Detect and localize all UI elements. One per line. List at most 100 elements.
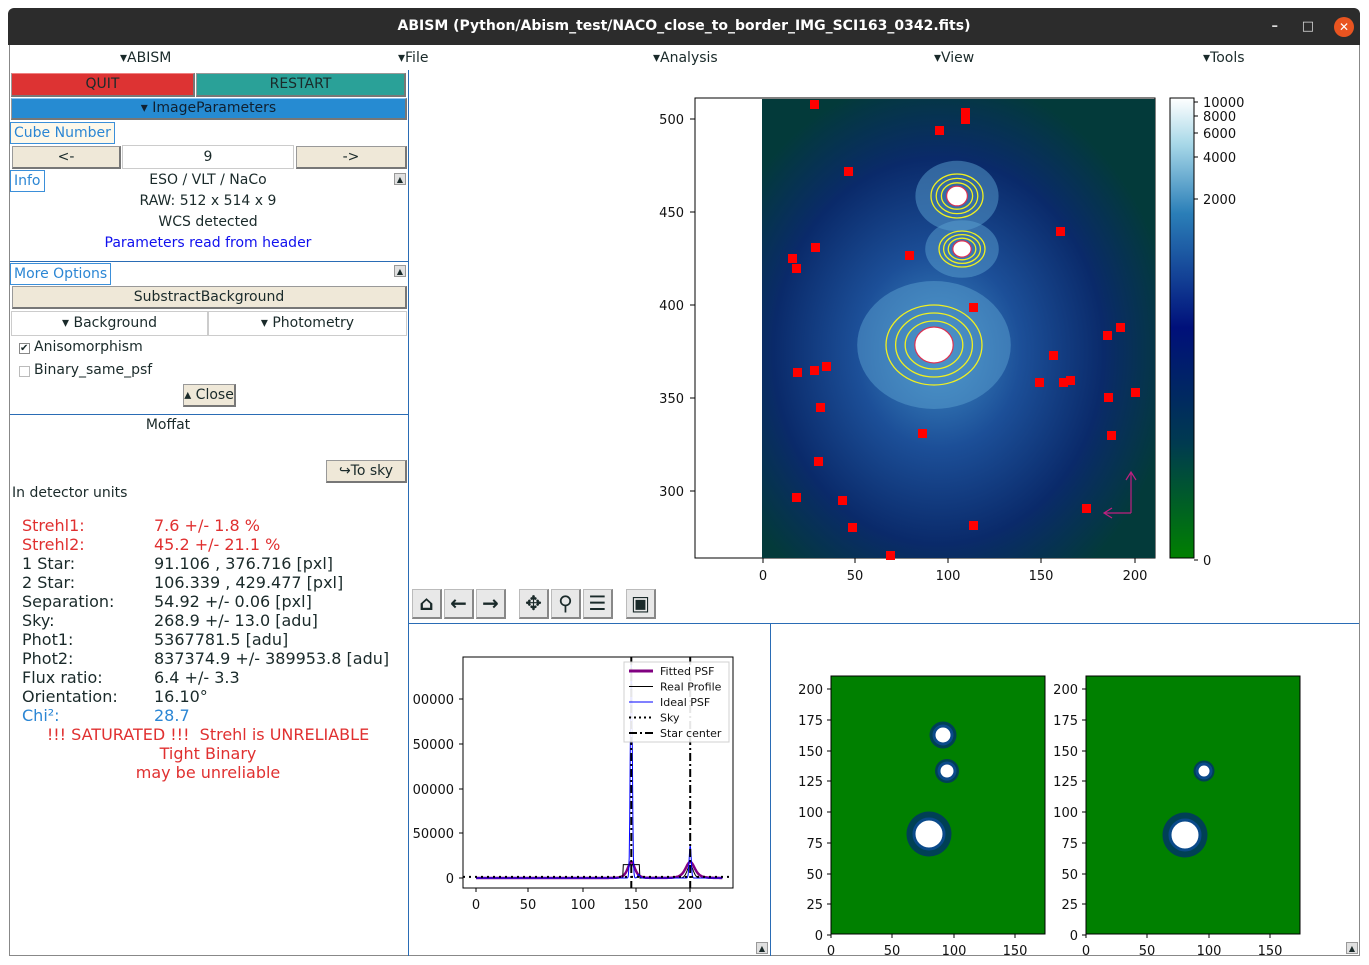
thumb-y-tick: 175 <box>1053 714 1078 729</box>
thumb-x-tick: 0 <box>1082 944 1090 959</box>
source-marker <box>810 366 819 375</box>
thumb-y-tick: 25 <box>806 898 823 913</box>
saturated-core <box>952 240 972 258</box>
thumbnail-plots[interactable]: 20017515012510075502500 50 100 150200175150… <box>798 675 1301 959</box>
thumb-image <box>830 675 1046 935</box>
x-tick-label: 0 <box>759 569 767 584</box>
y-tick-label: 400 <box>659 299 684 314</box>
source-marker <box>814 457 823 466</box>
pan-icon: ✥ <box>525 591 542 615</box>
thumb-x-tick: 50 <box>1139 944 1156 959</box>
star-blob <box>937 761 957 781</box>
source-marker <box>838 496 847 505</box>
profile-y-tick: 00000 <box>413 783 454 798</box>
source-marker <box>822 362 831 371</box>
star-blob <box>1168 818 1202 852</box>
thumb-y-tick: 175 <box>798 714 823 729</box>
star-blob <box>912 817 946 851</box>
back-button[interactable]: ← <box>444 589 474 619</box>
source-marker <box>793 368 802 377</box>
profile-y-tick: 50000 <box>413 738 454 753</box>
thumb-y-tick: 0 <box>1070 929 1078 944</box>
thumb-image <box>1085 675 1301 935</box>
profile-plot[interactable]: 0 50 100 150 200 00000 50000 00000 50000 0 Fitted… <box>413 656 734 913</box>
thumb-y-tick: 75 <box>806 837 823 852</box>
plots-canvas: 0 50 100 150 2005004504003503001000080006000… <box>413 96 1301 959</box>
y-tick-label: 450 <box>659 206 684 221</box>
colorbar-tick-label: 2000 <box>1203 193 1236 208</box>
back-icon: ← <box>450 591 467 615</box>
main-image-plot[interactable]: 0 50 100 150 200 500 450 400 350 300 100008000 6000… <box>659 96 1244 584</box>
star-blob <box>932 724 954 746</box>
source-marker <box>816 403 825 412</box>
x-tick-label: 50 <box>847 569 864 584</box>
profile-y-tick: 50000 <box>413 827 454 842</box>
source-marker <box>1116 323 1125 332</box>
source-marker <box>1131 388 1140 397</box>
pan-button[interactable]: ✥ <box>519 589 549 619</box>
legend: Fitted PSF Real Profile Ideal PSF Sky Star c… <box>623 661 730 743</box>
thumb-y-tick: 125 <box>1053 775 1078 790</box>
x-tick-label: 200 <box>1123 569 1148 584</box>
source-marker <box>969 521 978 530</box>
profile-x-tick: 0 <box>472 898 480 913</box>
legend-entry: Ideal PSF <box>660 696 710 709</box>
thumb-y-tick: 75 <box>1061 837 1078 852</box>
source-marker <box>1103 331 1112 340</box>
y-tick-label: 350 <box>659 392 684 407</box>
model-thumbnail[interactable]: 200 175 150 125 100 75 50 25 00 50 100 150 <box>1053 675 1301 959</box>
thumb-y-tick: 150 <box>1053 745 1078 760</box>
profile-x-tick: 200 <box>678 898 703 913</box>
thumb-y-tick: 125 <box>798 775 823 790</box>
legend-entry: Star center <box>660 727 722 740</box>
source-marker <box>788 254 797 263</box>
forward-button[interactable]: → <box>476 589 506 619</box>
colorbar <box>1169 97 1195 559</box>
thumb-y-tick: 100 <box>1053 806 1078 821</box>
thumb-y-tick: 200 <box>1053 683 1078 698</box>
source-marker <box>905 251 914 260</box>
colorbar-tick-label: 8000 <box>1203 110 1236 125</box>
source-marker <box>1082 504 1091 513</box>
saturated-core <box>945 185 968 207</box>
data-thumbnail[interactable]: 200 175 150 125 100 75 50 25 00 50 100 150 <box>798 675 1046 959</box>
source-marker <box>918 429 927 438</box>
source-marker <box>792 264 801 273</box>
x-tick-label: 100 <box>936 569 961 584</box>
source-marker <box>969 303 978 312</box>
source-marker <box>1066 376 1075 385</box>
source-marker <box>848 523 857 532</box>
profile-y-tick: 00000 <box>413 693 454 708</box>
thumb-x-tick: 150 <box>1003 944 1028 959</box>
thumb-y-tick: 50 <box>1061 868 1078 883</box>
thumb-x-tick: 100 <box>1197 944 1222 959</box>
thumb-y-tick: 25 <box>1061 898 1078 913</box>
profile-x-tick: 100 <box>571 898 596 913</box>
profile-x-tick: 50 <box>520 898 537 913</box>
profile-y-tick: 0 <box>446 872 454 887</box>
source-marker <box>1049 351 1058 360</box>
zoom-button[interactable]: ⚲ <box>551 589 581 619</box>
thumb-y-tick: 50 <box>806 868 823 883</box>
thumb-x-tick: 100 <box>942 944 967 959</box>
source-marker <box>961 115 970 124</box>
save-button[interactable]: ▣ <box>626 589 656 619</box>
source-marker <box>935 126 944 135</box>
save-icon: ▣ <box>631 591 650 615</box>
thumb-y-tick: 200 <box>798 683 823 698</box>
y-tick-label: 300 <box>659 485 684 500</box>
source-marker <box>1056 227 1065 236</box>
thumb-y-tick: 150 <box>798 745 823 760</box>
thumb-y-tick: 100 <box>798 806 823 821</box>
source-marker <box>844 167 853 176</box>
home-button[interactable]: ⌂ <box>412 589 442 619</box>
source-marker <box>792 493 801 502</box>
colorbar-tick-label: 0 <box>1203 554 1211 569</box>
source-marker <box>1107 431 1116 440</box>
profile-x-tick: 150 <box>624 898 649 913</box>
configure-button[interactable]: ☰ <box>583 589 613 619</box>
saturated-core <box>914 326 954 364</box>
legend-entry: Sky <box>660 712 680 725</box>
source-marker <box>811 243 820 252</box>
thumb-x-tick: 0 <box>827 944 835 959</box>
